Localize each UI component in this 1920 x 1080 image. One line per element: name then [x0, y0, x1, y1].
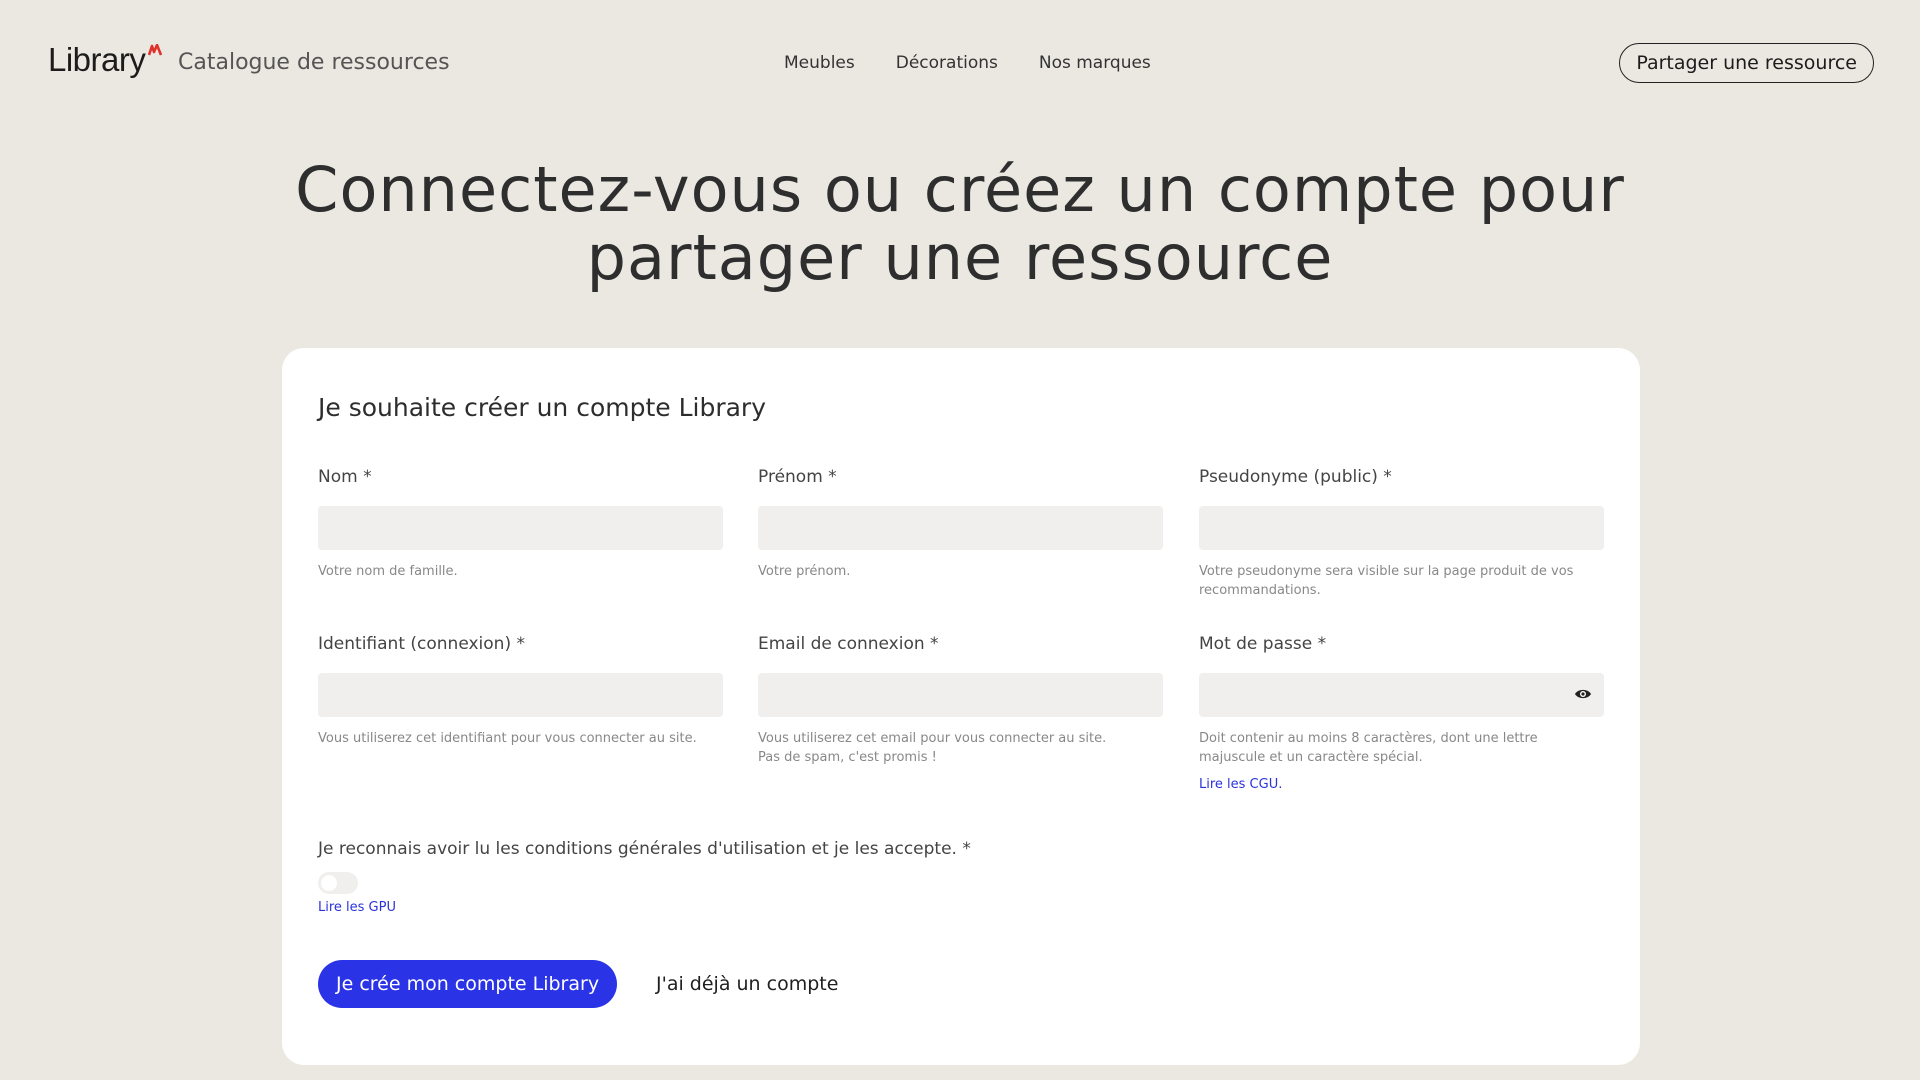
brand-name: Library	[48, 41, 146, 78]
field-password: Mot de passe * Doit contenir au moins 8 …	[1199, 633, 1604, 792]
read-cgu-link[interactable]: Lire les CGU.	[1199, 777, 1604, 792]
create-account-button[interactable]: Je crée mon compte Library	[318, 960, 618, 1008]
identifiant-hint: Vous utiliserez cet identifiant pour vou…	[318, 731, 697, 746]
page-title: Connectez-vous ou créez un compte pour p…	[240, 156, 1680, 292]
share-resource-button[interactable]: Partager une ressource	[1619, 43, 1874, 83]
read-gpu-link[interactable]: Lire les GPU	[318, 900, 396, 915]
cgu-label: Je reconnais avoir lu les conditions gén…	[318, 839, 971, 859]
field-pseudonyme: Pseudonyme (public) * Votre pseudonyme s…	[1199, 466, 1604, 600]
cgu-toggle-knob	[321, 875, 337, 891]
nav-item-nos-marques[interactable]: Nos marques	[1039, 48, 1151, 78]
password-label: Mot de passe *	[1199, 634, 1327, 654]
email-input[interactable]	[758, 673, 1163, 717]
cgu-toggle[interactable]	[318, 872, 358, 894]
email-label: Email de connexion *	[758, 634, 939, 654]
eye-icon[interactable]	[1574, 687, 1592, 701]
brand-logo[interactable]: Library	[48, 40, 163, 80]
email-hint: Vous utiliserez cet email pour vous conn…	[758, 729, 1163, 767]
password-hint: Doit contenir au moins 8 caractères, don…	[1199, 731, 1538, 765]
main-nav: Meubles Décorations Nos marques	[784, 48, 1151, 78]
brand-mark-icon	[148, 44, 163, 56]
field-nom: Nom * Votre nom de famille.	[318, 466, 723, 581]
nav-item-decorations[interactable]: Décorations	[896, 48, 998, 78]
pseudonyme-hint: Votre pseudonyme sera visible sur la pag…	[1199, 564, 1574, 598]
nom-label: Nom *	[318, 467, 372, 487]
field-identifiant: Identifiant (connexion) * Vous utilisere…	[318, 633, 723, 748]
pseudonyme-label: Pseudonyme (public) *	[1199, 467, 1392, 487]
site-header: Library Catalogue de ressources Meubles …	[0, 0, 1920, 124]
field-prenom: Prénom * Votre prénom.	[758, 466, 1163, 581]
field-email: Email de connexion * Vous utiliserez cet…	[758, 633, 1163, 767]
prenom-label: Prénom *	[758, 467, 837, 487]
existing-account-button[interactable]: J'ai déjà un compte	[650, 960, 844, 1008]
password-input[interactable]	[1199, 673, 1604, 717]
page: Library Catalogue de ressources Meubles …	[0, 0, 1920, 1080]
prenom-hint: Votre prénom.	[758, 564, 851, 579]
identifiant-label: Identifiant (connexion) *	[318, 634, 525, 654]
email-hint-line1: Vous utiliserez cet email pour vous conn…	[758, 731, 1107, 746]
pseudonyme-input[interactable]	[1199, 506, 1604, 550]
nav-item-meubles[interactable]: Meubles	[784, 48, 855, 78]
nom-hint: Votre nom de famille.	[318, 564, 458, 579]
signup-card-title: Je souhaite créer un compte Library	[318, 393, 767, 422]
page-title-line2: partager une ressource	[586, 221, 1334, 294]
prenom-input[interactable]	[758, 506, 1163, 550]
brand-subtitle: Catalogue de ressources	[178, 50, 450, 75]
page-title-line1: Connectez-vous ou créez un compte pour	[295, 153, 1625, 226]
nom-input[interactable]	[318, 506, 723, 550]
email-hint-line2: Pas de spam, c'est promis !	[758, 750, 937, 765]
identifiant-input[interactable]	[318, 673, 723, 717]
signup-card: Je souhaite créer un compte Library Nom …	[282, 348, 1640, 1065]
